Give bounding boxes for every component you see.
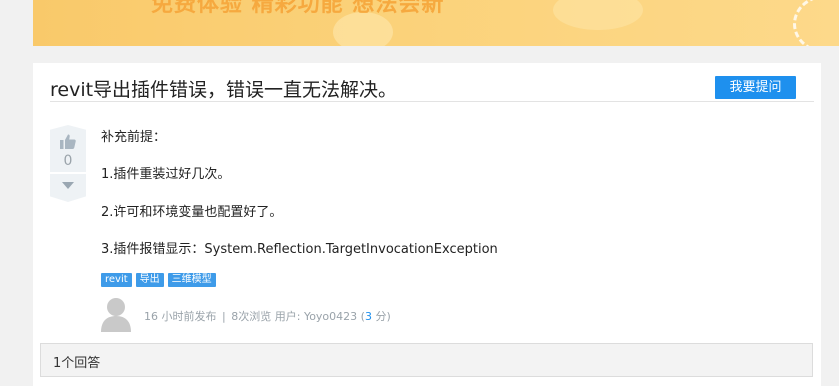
banner-decoration (553, 0, 643, 30)
avatar[interactable] (100, 296, 132, 332)
answers-header: 1个回答 (40, 343, 813, 377)
upvote-button[interactable]: 0 (50, 125, 86, 172)
vote-widget: 0 (50, 125, 86, 202)
user-link[interactable]: Yoyo0423 (304, 310, 357, 323)
promo-banner[interactable]: 免费体验 精彩功能 想法会新 (33, 0, 839, 46)
score-unit: 分) (375, 310, 391, 323)
question-title: revit导出插件错误，错误一直无法解决。 (50, 79, 398, 101)
question-body-line: 1.插件重装过好几次。 (101, 167, 231, 182)
user-score: 3 (364, 310, 372, 323)
meta-separator: | (222, 310, 226, 323)
tag-revit[interactable]: revit (101, 273, 132, 287)
tag-export[interactable]: 导出 (135, 273, 164, 287)
vote-count: 0 (63, 153, 73, 169)
divider (50, 101, 814, 102)
thumbs-up-icon (60, 134, 76, 149)
view-count: 8次浏览 (231, 310, 272, 323)
ask-question-button[interactable]: 我要提问 (715, 76, 796, 99)
answers-count: 1个回答 (53, 356, 101, 371)
user-prefix: 用户: (274, 310, 301, 323)
downvote-button[interactable] (50, 174, 86, 202)
question-meta: 16 小时前发布 | 8次浏览 用户: Yoyo0423 (3 分) (144, 308, 391, 324)
tag-list: revit 导出 三维模型 (101, 273, 216, 287)
banner-decoration (793, 0, 839, 46)
post-time: 16 小时前发布 (144, 310, 217, 323)
question-body-line: 2.许可和环境变量也配置好了。 (101, 205, 283, 220)
question-body-line: 3.插件报错显示：System.Reflection.TargetInvocat… (101, 242, 498, 257)
banner-text: 免费体验 精彩功能 想法会新 (151, 0, 445, 17)
question-card: revit导出插件错误，错误一直无法解决。 我要提问 0 补充前提： 1.插件重… (33, 63, 821, 386)
tag-3d-model[interactable]: 三维模型 (167, 273, 216, 287)
question-body-line: 补充前提： (101, 130, 167, 145)
chevron-down-icon (62, 182, 74, 189)
